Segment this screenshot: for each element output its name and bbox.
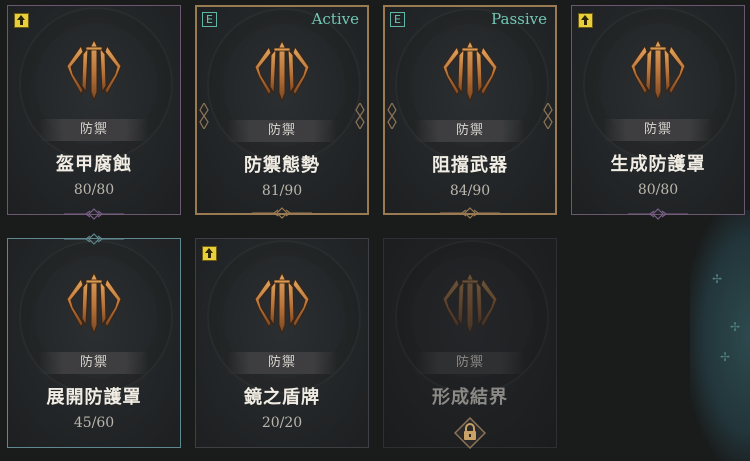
skill-count: 80/80 bbox=[73, 182, 115, 198]
defense-emblem-icon bbox=[247, 267, 317, 337]
skill-name: 鏡之盾牌 bbox=[244, 387, 320, 408]
skill-count: 84/90 bbox=[449, 183, 491, 199]
skill-category: 防禦 bbox=[415, 352, 525, 374]
skill-category: 防禦 bbox=[227, 120, 337, 142]
skill-card-locked[interactable]: 防禦 形成結界 bbox=[383, 238, 557, 449]
skill-category: 防禦 bbox=[415, 120, 525, 142]
map-marker-icon: ✢ bbox=[712, 272, 723, 286]
skill-card[interactable]: 防禦 盔甲腐蝕 80/80 bbox=[7, 5, 181, 215]
defense-emblem-icon bbox=[623, 34, 693, 104]
skill-name: 盔甲腐蝕 bbox=[56, 154, 132, 175]
map-marker-icon: ✢ bbox=[730, 320, 741, 334]
defense-emblem-icon bbox=[247, 35, 317, 105]
skill-count: 20/20 bbox=[261, 415, 303, 431]
skill-status: Active bbox=[311, 10, 359, 28]
skill-card[interactable]: E Passive 防禦 阻擋武器 84/90 bbox=[383, 5, 557, 215]
skill-name: 防禦態勢 bbox=[244, 155, 320, 176]
slot-key-badge: E bbox=[202, 12, 217, 27]
skill-card[interactable]: 防禦 生成防護罩 80/80 bbox=[571, 5, 745, 215]
skill-count: 80/80 bbox=[637, 182, 679, 198]
skill-count: 81/90 bbox=[261, 183, 303, 199]
card-ornament-icon bbox=[440, 207, 500, 219]
side-ornament-icon bbox=[355, 103, 365, 129]
padlock-icon bbox=[454, 417, 486, 449]
skill-category: 防禦 bbox=[39, 352, 149, 374]
skill-count: 45/60 bbox=[73, 415, 115, 431]
skill-name: 阻擋武器 bbox=[432, 155, 508, 176]
skill-name: 生成防護罩 bbox=[610, 154, 706, 175]
skill-card[interactable]: 防禦 鏡之盾牌 20/20 bbox=[195, 238, 369, 448]
skill-status: Passive bbox=[491, 10, 547, 28]
skill-name: 展開防護罩 bbox=[46, 387, 142, 408]
skill-category: 防禦 bbox=[603, 119, 713, 141]
map-marker-icon: ✢ bbox=[720, 350, 731, 364]
card-ornament-icon bbox=[252, 207, 312, 219]
defense-emblem-icon bbox=[435, 35, 505, 105]
slot-key-badge: E bbox=[390, 12, 405, 27]
upgrade-icon bbox=[578, 13, 593, 28]
card-ornament-icon bbox=[628, 208, 688, 220]
skill-category: 防禦 bbox=[39, 119, 149, 141]
defense-emblem-icon bbox=[435, 267, 505, 337]
side-ornament-icon bbox=[199, 103, 209, 129]
side-ornament-icon bbox=[543, 103, 553, 129]
upgrade-icon bbox=[14, 13, 29, 28]
skill-card[interactable]: 防禦 展開防護罩 45/60 bbox=[7, 238, 181, 448]
skill-name: 形成結界 bbox=[432, 387, 508, 408]
defense-emblem-icon bbox=[59, 267, 129, 337]
card-ornament-icon bbox=[64, 208, 124, 220]
side-ornament-icon bbox=[387, 103, 397, 129]
upgrade-icon bbox=[202, 246, 217, 261]
defense-emblem-icon bbox=[59, 34, 129, 104]
map-background: ✢ ✢ ✢ bbox=[690, 210, 750, 461]
skill-card[interactable]: E Active 防禦 防禦態勢 81/90 bbox=[195, 5, 369, 215]
skill-category: 防禦 bbox=[227, 352, 337, 374]
